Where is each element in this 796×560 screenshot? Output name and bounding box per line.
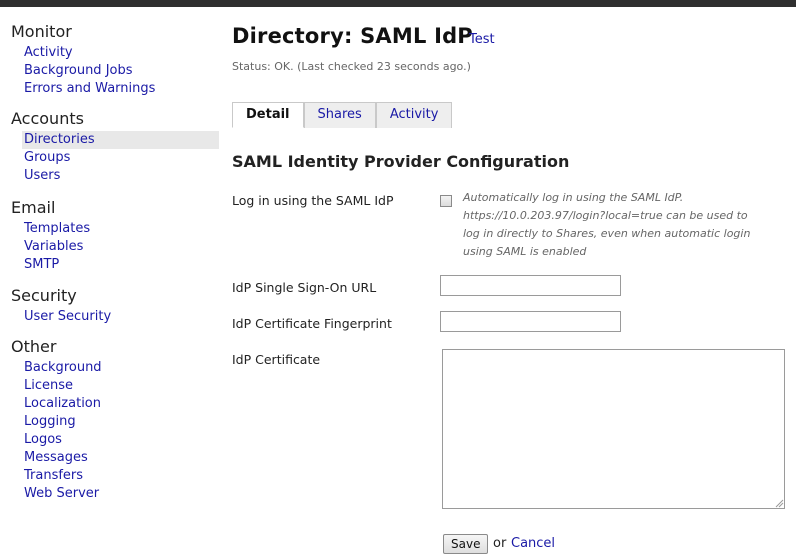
test-link[interactable]: Test [469,32,495,47]
resize-grip-icon[interactable] [774,498,784,508]
login-saml-label: Log in using the SAML IdP [232,193,394,208]
sidebar-item-errors-and-warnings[interactable]: Errors and Warnings [0,80,220,98]
sidebar-item-web-server[interactable]: Web Server [0,485,220,503]
status-text: Status: OK. (Last checked 23 seconds ago… [232,60,471,73]
or-text: or [493,536,507,551]
sidebar-item-variables[interactable]: Variables [0,238,220,256]
tab-activity[interactable]: Activity [375,102,453,128]
tab-shares[interactable]: Shares [303,102,376,128]
sidebar-item-logging[interactable]: Logging [0,413,220,431]
sidebar-item-user-security[interactable]: User Security [0,308,220,326]
sidebar-item-logos[interactable]: Logos [0,431,220,449]
login-saml-checkbox[interactable] [440,195,452,207]
config-heading: SAML Identity Provider Configuration [232,152,570,171]
sidebar-section-title: Accounts [11,109,84,128]
sidebar-section-title: Email [11,198,56,217]
sidebar-item-activity[interactable]: Activity [0,44,220,62]
sidebar-item-messages[interactable]: Messages [0,449,220,467]
sidebar-item-groups[interactable]: Groups [0,149,220,167]
cancel-link[interactable]: Cancel [511,536,555,551]
sidebar-section-monitor: Monitor Activity Background Jobs Errors … [0,21,220,98]
fingerprint-label: IdP Certificate Fingerprint [232,316,392,331]
sidebar-item-license[interactable]: License [0,377,220,395]
sidebar-section-title: Other [11,337,57,356]
sidebar-item-transfers[interactable]: Transfers [0,467,220,485]
sso-url-input[interactable] [440,275,621,296]
sidebar-item-background-jobs[interactable]: Background Jobs [0,62,220,80]
tab-bar: Detail Shares Activity [232,102,453,128]
sidebar-item-background[interactable]: Background [0,359,220,377]
sidebar-section-other: Other Background License Localization Lo… [0,336,220,503]
sidebar-item-smtp[interactable]: SMTP [0,256,220,274]
fingerprint-input[interactable] [440,311,621,332]
save-button[interactable]: Save [443,534,489,554]
sidebar-section-email: Email Templates Variables SMTP [0,197,220,274]
sidebar-item-directories[interactable]: Directories [22,131,219,149]
sso-url-label: IdP Single Sign-On URL [232,280,377,295]
page-title: Directory: SAML IdP [232,24,473,48]
top-bar [0,0,796,7]
sidebar-section-security: Security User Security [0,285,220,326]
sidebar-section-title: Monitor [11,22,72,41]
tab-detail[interactable]: Detail [232,102,304,128]
certificate-textarea[interactable] [442,349,785,509]
sidebar-section-title: Security [11,286,77,305]
sidebar-item-users[interactable]: Users [0,167,220,185]
sidebar-section-accounts: Accounts Directories Groups Users [0,108,220,185]
sidebar-item-templates[interactable]: Templates [0,220,220,238]
login-saml-help: Automatically log in using the SAML IdP.… [463,191,751,258]
certificate-label: IdP Certificate [232,352,321,367]
sidebar-item-localization[interactable]: Localization [0,395,220,413]
